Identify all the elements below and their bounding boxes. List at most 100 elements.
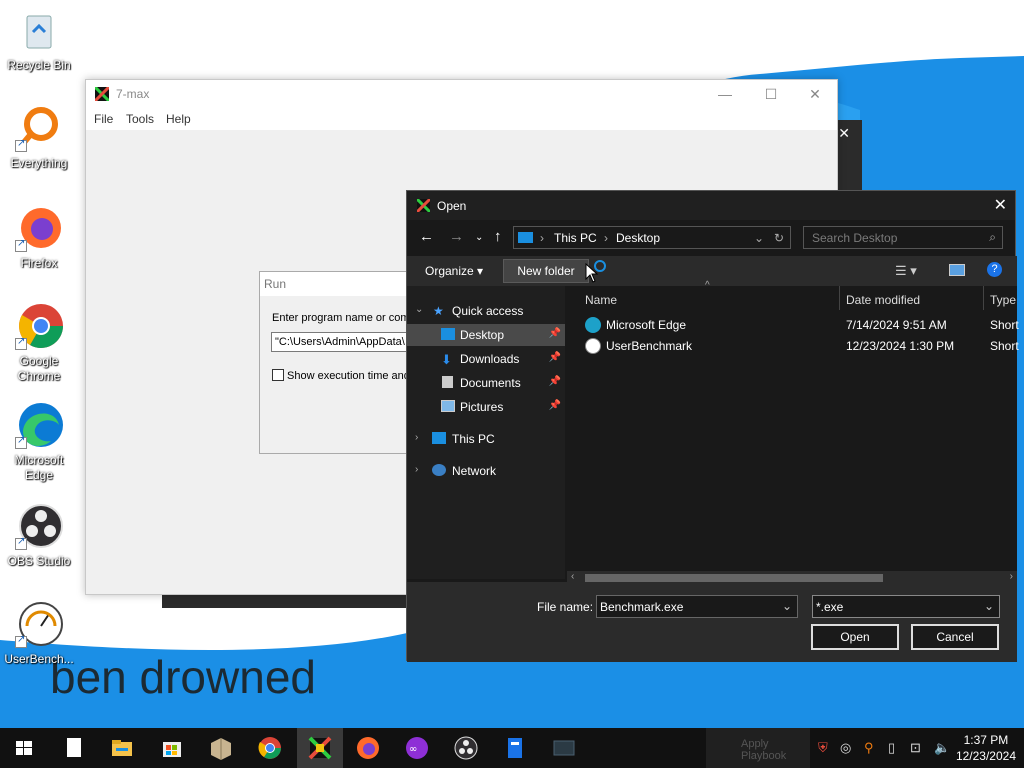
app-logo-icon: [417, 199, 430, 212]
file-name-input[interactable]: Benchmark.exe ⌄: [596, 595, 798, 618]
clock[interactable]: 1:37 PM 12/23/2024: [956, 732, 1016, 764]
breadcrumb-separator-icon: ›: [540, 231, 544, 245]
column-header-name[interactable]: Name: [585, 293, 617, 307]
search-placeholder: Search Desktop: [812, 231, 898, 245]
firefox-icon[interactable]: [354, 734, 382, 762]
organize-menu[interactable]: Organize ▾: [425, 264, 483, 278]
nav-documents[interactable]: Documents 📌: [407, 372, 565, 394]
file-row[interactable]: Microsoft Edge 7/14/2024 9:51 AM Short: [567, 315, 1019, 335]
nav-label: Pictures: [460, 400, 504, 414]
chevron-down-icon[interactable]: ⌄: [782, 599, 792, 613]
file-type-select[interactable]: *.exe ⌄: [812, 595, 1000, 618]
file-row[interactable]: UserBenchmark 12/23/2024 1:30 PM Short: [567, 336, 1019, 356]
file-name: UserBenchmark: [606, 339, 693, 353]
network-icon[interactable]: ⊡: [910, 740, 921, 756]
desktop-folder-icon: [441, 328, 455, 340]
file-list: ^ Name Date modified Type Microsoft Edge…: [567, 280, 1019, 585]
package-icon[interactable]: [207, 734, 235, 762]
nav-label: Downloads: [460, 352, 520, 366]
gauge-icon: [15, 600, 63, 648]
chevron-down-icon[interactable]: ⌄: [984, 599, 994, 613]
cancel-button[interactable]: Cancel: [911, 624, 999, 650]
nav-pictures[interactable]: Pictures 📌: [407, 396, 565, 418]
chevron-right-icon[interactable]: ›: [415, 464, 418, 475]
store-icon[interactable]: [158, 734, 186, 762]
desktop-icon-edge[interactable]: Microsoft Edge: [2, 401, 76, 483]
nav-quick-access[interactable]: ⌄ ★ Quick access: [407, 300, 565, 322]
pin-icon: 📌: [548, 352, 561, 363]
terminal-icon[interactable]: [550, 734, 578, 762]
checkbox-label: Show execution time and: [287, 370, 410, 382]
close-button[interactable]: ✕: [792, 80, 838, 108]
chevron-right-icon[interactable]: ›: [415, 432, 418, 443]
dialog-title: Open: [437, 199, 467, 213]
column-header-date[interactable]: Date modified: [846, 293, 920, 307]
firefox-icon: [15, 204, 63, 252]
desktop-icon-everything[interactable]: Everything: [2, 104, 76, 171]
column-separator[interactable]: [983, 286, 984, 310]
back-arrow-icon[interactable]: ←: [419, 228, 434, 245]
menu-help[interactable]: Help: [166, 112, 191, 126]
desktop-icon-chrome[interactable]: Google Chrome: [2, 302, 76, 384]
up-arrow-icon[interactable]: ↑: [494, 228, 502, 245]
file-explorer-icon[interactable]: [108, 734, 136, 762]
desktop-icon-label: OBS Studio: [7, 554, 71, 568]
file-date: 12/23/2024 1:30 PM: [846, 339, 955, 353]
preview-pane-icon[interactable]: [949, 264, 965, 276]
desktop-icon-recycle-bin[interactable]: Recycle Bin: [2, 6, 76, 73]
scroll-left-icon[interactable]: ‹: [571, 571, 574, 582]
pictures-icon: [441, 400, 455, 412]
pin-icon: 📌: [548, 328, 561, 339]
run-prompt-label: Enter program name or comm: [272, 312, 419, 324]
close-icon[interactable]: ✕: [838, 125, 850, 142]
search-box[interactable]: Search Desktop ⌕: [803, 226, 1003, 249]
column-separator[interactable]: [839, 286, 840, 310]
nav-downloads[interactable]: ⬇ Downloads 📌: [407, 348, 565, 370]
column-header-type[interactable]: Type: [990, 293, 1016, 307]
open-button[interactable]: Open: [811, 624, 899, 650]
recent-chevron-icon[interactable]: ⌄: [475, 232, 483, 243]
windows-start-icon[interactable]: [10, 734, 38, 762]
close-button[interactable]: ✕: [994, 195, 1007, 215]
file-date: 7/14/2024 9:51 AM: [846, 318, 947, 332]
search-tray-icon[interactable]: ⚲: [864, 740, 874, 756]
forward-arrow-icon[interactable]: →: [449, 228, 464, 245]
obs-icon[interactable]: [452, 734, 480, 762]
breadcrumb-desktop[interactable]: Desktop: [616, 231, 660, 245]
volume-muted-icon[interactable]: 🔈: [934, 740, 950, 756]
menu-tools[interactable]: Tools: [126, 112, 154, 126]
organize-label: Organize: [425, 264, 474, 278]
refresh-icon[interactable]: ↻: [774, 231, 784, 245]
desktop-icon-userbenchmark[interactable]: UserBench...: [2, 600, 76, 667]
shield-icon[interactable]: ⛨: [818, 740, 828, 756]
help-icon[interactable]: ?: [987, 262, 1002, 277]
obs-tray-icon[interactable]: ◎: [840, 740, 851, 756]
nav-label: Network: [452, 464, 497, 478]
address-bar[interactable]: › This PC › Desktop ⌄ ↻: [513, 226, 791, 249]
search-icon: ⌕: [989, 230, 996, 244]
desktop-icon-obs[interactable]: OBS Studio: [2, 502, 76, 569]
maximize-button[interactable]: ☐: [748, 80, 794, 108]
minimize-button[interactable]: —: [702, 80, 748, 108]
usb-icon[interactable]: ▯: [888, 740, 895, 756]
scroll-right-icon[interactable]: ›: [1010, 571, 1013, 582]
new-folder-button[interactable]: New folder: [503, 259, 589, 283]
view-options-icon[interactable]: ☰ ▾: [895, 263, 917, 279]
7max-taskbar-icon[interactable]: [306, 734, 334, 762]
nav-network[interactable]: › Network: [407, 460, 565, 482]
checkbox-box[interactable]: [272, 369, 284, 381]
chevron-down-icon[interactable]: ⌄: [754, 231, 764, 245]
desktop-icon-firefox[interactable]: Firefox: [2, 204, 76, 271]
chevron-down-icon[interactable]: ⌄: [415, 304, 423, 315]
busy-spinner-icon: [594, 260, 606, 272]
app-icon-blue[interactable]: [501, 734, 529, 762]
menu-file[interactable]: File: [94, 112, 113, 126]
background-app-label: Apply Playbook: [706, 728, 810, 768]
breadcrumb-this-pc[interactable]: This PC: [554, 231, 597, 245]
show-execution-time-checkbox[interactable]: Show execution time and: [272, 369, 410, 382]
notepad-icon[interactable]: [60, 734, 88, 762]
nav-this-pc[interactable]: › This PC: [407, 428, 565, 450]
loop-app-icon[interactable]: ∞: [403, 734, 431, 762]
nav-desktop[interactable]: Desktop 📌: [407, 324, 565, 346]
chrome-icon[interactable]: [256, 734, 284, 762]
